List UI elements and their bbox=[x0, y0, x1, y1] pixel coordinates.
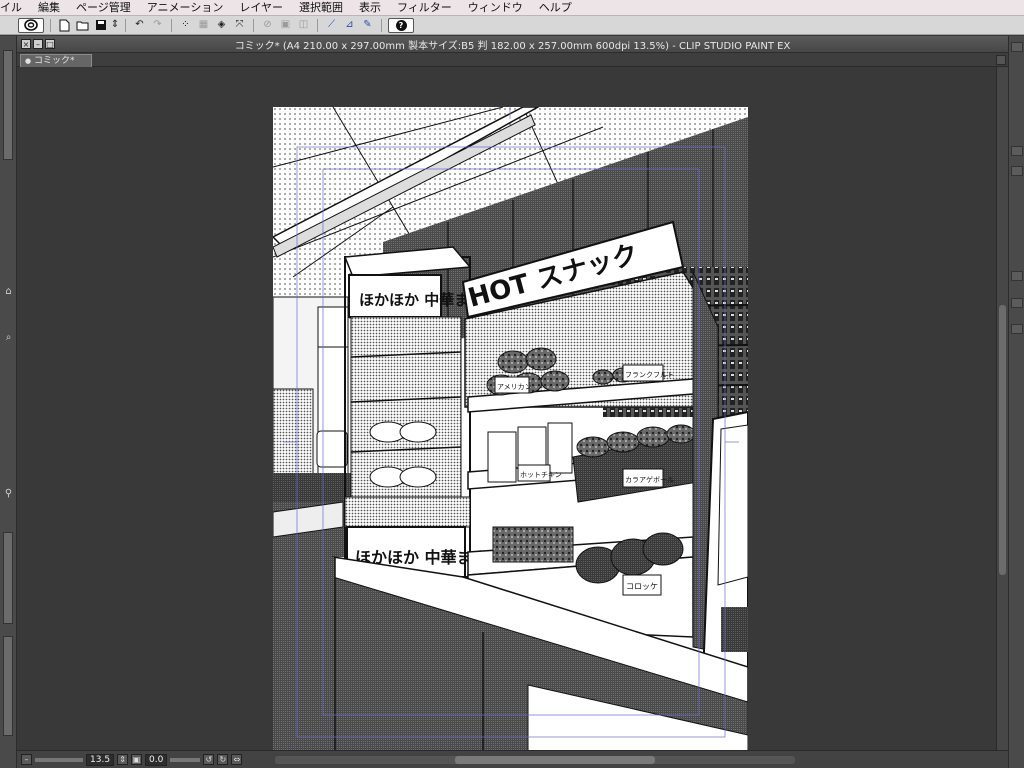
scrollbar-thumb[interactable] bbox=[455, 755, 656, 764]
status-bar: – 13.5 ⇕ ▣ 0.0 ↺ ↻ ⇔ bbox=[17, 750, 1008, 768]
transform-icon[interactable]: ⤧ bbox=[232, 18, 247, 33]
manga-artwork: ほかほか 中華まん ほかほか 中華まん HOT スナック アメリカン フランクフ… bbox=[273, 107, 748, 750]
rotate-right-icon[interactable]: ↻ bbox=[217, 754, 229, 765]
toolbar-separator bbox=[317, 18, 318, 32]
tab-label: コミック* bbox=[33, 56, 75, 66]
eraser-icon[interactable]: ⌂ bbox=[2, 286, 15, 298]
palette-tab[interactable] bbox=[1011, 166, 1023, 176]
menu-selection[interactable]: 選択範囲 bbox=[291, 0, 351, 16]
open-file-icon[interactable] bbox=[75, 18, 90, 33]
command-bar: ⇕ ↶ ↷ ⁘ ▦ ◈ ⤧ ⊘ ▣ ◫ ⟋ ⊿ ✎ ? bbox=[0, 16, 1024, 35]
menu-layer[interactable]: レイヤー bbox=[231, 0, 291, 16]
palette-tab[interactable] bbox=[1011, 146, 1023, 156]
toolbar-separator bbox=[171, 18, 172, 32]
price-tag-chicken: ホットチキン bbox=[520, 471, 562, 479]
palette-tab[interactable] bbox=[1011, 298, 1023, 308]
toolbar-separator bbox=[381, 18, 382, 32]
save-icon[interactable] bbox=[93, 18, 108, 33]
price-tag-karaage: カラアゲボール bbox=[625, 475, 674, 484]
expand-selection-icon[interactable]: ◫ bbox=[296, 18, 311, 33]
app-logo-icon[interactable] bbox=[18, 17, 44, 33]
help-icon[interactable]: ? bbox=[388, 17, 414, 33]
palette-collapse-handle[interactable] bbox=[3, 636, 13, 736]
menu-file[interactable]: イル bbox=[0, 0, 30, 16]
eyedropper-icon[interactable]: ⚲ bbox=[2, 488, 15, 500]
vertical-scrollbar[interactable] bbox=[996, 67, 1008, 750]
menu-view[interactable]: 表示 bbox=[351, 0, 389, 16]
window-titlebar: × – □ コミック* (A4 210.00 x 297.00mm 製本サイズ:… bbox=[17, 36, 1008, 53]
tab-comic[interactable]: ● コミック* bbox=[20, 54, 92, 67]
left-palette-strip: ⌂ ⌕ ⚲ bbox=[0, 36, 17, 768]
palette-collapse-handle[interactable] bbox=[3, 532, 13, 624]
document-tab-bar: ● コミック* bbox=[17, 53, 1008, 67]
zoom-stepper-icon[interactable]: ⇕ bbox=[117, 754, 129, 765]
zoom-slider[interactable] bbox=[35, 757, 83, 762]
tab-menu-icon[interactable] bbox=[996, 55, 1006, 65]
zoom-icon[interactable]: ⌕ bbox=[2, 332, 15, 344]
canvas-area[interactable]: ほかほか 中華まん ほかほか 中華まん HOT スナック アメリカン フランクフ… bbox=[17, 67, 1008, 750]
price-tag-frankfurt: フランクフルト bbox=[625, 371, 674, 379]
special-ruler-snap-icon[interactable]: ⊿ bbox=[342, 18, 357, 33]
menu-bar: イル 編集 ページ管理 アニメーション レイヤー 選択範囲 表示 フィルター ウ… bbox=[0, 0, 1024, 16]
maximize-icon[interactable]: □ bbox=[45, 39, 55, 49]
canvas-page[interactable]: ほかほか 中華まん ほかほか 中華まん HOT スナック アメリカン フランクフ… bbox=[273, 107, 748, 750]
palette-collapse-handle[interactable] bbox=[3, 50, 13, 160]
zoom-out-icon[interactable]: – bbox=[21, 754, 32, 765]
menu-edit[interactable]: 編集 bbox=[30, 0, 68, 16]
redo-icon[interactable]: ↷ bbox=[150, 18, 165, 33]
grid-snap-icon[interactable]: ✎ bbox=[360, 18, 375, 33]
window-controls: × – □ bbox=[21, 39, 55, 49]
menu-help[interactable]: ヘルプ bbox=[531, 0, 580, 16]
undo-icon[interactable]: ↶ bbox=[132, 18, 147, 33]
fill-icon[interactable]: ◈ bbox=[214, 18, 229, 33]
toolbar-separator bbox=[253, 18, 254, 32]
tab-dot-icon: ● bbox=[25, 57, 32, 65]
horizontal-scrollbar[interactable] bbox=[275, 755, 796, 764]
clear-icon[interactable]: ⁘ bbox=[178, 18, 193, 33]
price-tag-croquette: コロッケ bbox=[626, 582, 658, 591]
close-icon[interactable]: × bbox=[21, 39, 31, 49]
palette-tab[interactable] bbox=[1011, 42, 1023, 52]
save-options-icon[interactable]: ⇕ bbox=[111, 18, 119, 33]
rotate-left-icon[interactable]: ↺ bbox=[203, 754, 215, 765]
menu-animation[interactable]: アニメーション bbox=[139, 0, 232, 16]
flip-horizontal-icon[interactable]: ⇔ bbox=[231, 754, 243, 765]
menu-window[interactable]: ウィンドウ bbox=[460, 0, 531, 16]
menu-page[interactable]: ページ管理 bbox=[68, 0, 139, 16]
right-palette-strip bbox=[1008, 36, 1024, 768]
fit-screen-icon[interactable]: ▣ bbox=[131, 754, 143, 765]
palette-tab[interactable] bbox=[1011, 324, 1023, 334]
new-file-icon[interactable] bbox=[57, 18, 72, 33]
invert-selection-icon[interactable]: ▣ bbox=[278, 18, 293, 33]
ruler-snap-icon[interactable]: ⟋ bbox=[324, 18, 339, 33]
window-title: コミック* (A4 210.00 x 297.00mm 製本サイズ:B5 判 1… bbox=[234, 40, 791, 52]
rotation-slider[interactable] bbox=[170, 757, 201, 762]
toolbar-separator bbox=[125, 18, 126, 32]
rotation-angle[interactable]: 0.0 bbox=[145, 753, 168, 766]
document-window: × – □ コミック* (A4 210.00 x 297.00mm 製本サイズ:… bbox=[17, 36, 1008, 768]
price-tag-american: アメリカン bbox=[497, 383, 532, 391]
scrollbar-thumb[interactable] bbox=[999, 305, 1006, 575]
toolbar-separator bbox=[50, 18, 51, 32]
clear-outside-icon[interactable]: ▦ bbox=[196, 18, 211, 33]
menu-filter[interactable]: フィルター bbox=[389, 0, 460, 16]
deselect-icon[interactable]: ⊘ bbox=[260, 18, 275, 33]
minimize-icon[interactable]: – bbox=[33, 39, 43, 49]
palette-tab[interactable] bbox=[1011, 271, 1023, 281]
zoom-level[interactable]: 13.5 bbox=[86, 753, 115, 766]
